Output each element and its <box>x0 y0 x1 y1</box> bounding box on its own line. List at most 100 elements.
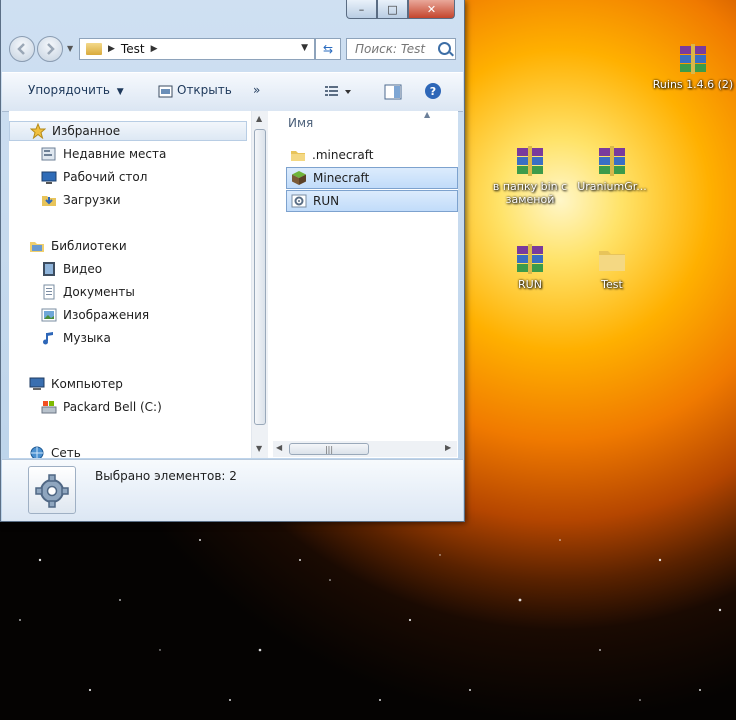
search-box[interactable] <box>346 38 456 60</box>
minimize-button[interactable]: – <box>346 0 377 19</box>
desktop-icon-label: Test <box>601 278 623 291</box>
open-icon <box>158 84 173 102</box>
scrollbar-thumb[interactable] <box>254 129 266 425</box>
nav-item-music[interactable]: Музыка <box>41 328 111 348</box>
nav-label: Компьютер <box>51 377 123 391</box>
nav-item-downloads[interactable]: Загрузки <box>41 190 121 210</box>
nav-item-video[interactable]: Видео <box>41 259 102 279</box>
hscrollbar-thumb[interactable]: ||| <box>289 443 369 455</box>
address-bar[interactable]: ▶ Test ▶ ▼ <box>79 38 315 60</box>
file-row-minecraft[interactable]: Minecraft <box>286 167 458 189</box>
winrar-archive-icon <box>517 146 543 176</box>
search-input[interactable] <box>353 41 437 57</box>
help-icon[interactable]: ? <box>424 82 442 103</box>
more-commands-button[interactable]: » <box>253 83 260 97</box>
winrar-archive-icon <box>599 146 625 176</box>
desktop-icon-uranium[interactable]: UraniumGr... <box>567 144 657 193</box>
file-list-hscrollbar[interactable]: ◀ ||| ▶ <box>273 441 457 457</box>
folder-icon <box>86 43 102 55</box>
back-button[interactable] <box>9 36 35 62</box>
nav-item-libraries[interactable]: Библиотеки <box>29 236 127 256</box>
column-header-name[interactable]: Имя <box>288 116 313 130</box>
close-icon: ✕ <box>426 2 437 16</box>
organize-button[interactable]: Упорядочить ▼ <box>28 83 124 97</box>
nav-item-pictures[interactable]: Изображения <box>41 305 149 325</box>
forward-button[interactable] <box>37 36 63 62</box>
batch-file-icon <box>291 194 307 208</box>
forward-arrow-icon <box>47 43 55 55</box>
nav-item-favorites[interactable]: Избранное <box>9 121 247 141</box>
maximize-button[interactable]: □ <box>377 0 408 19</box>
close-button[interactable]: ✕ <box>408 0 455 19</box>
nav-item-documents[interactable]: Документы <box>41 282 135 302</box>
minecraft-icon <box>292 171 306 185</box>
file-row-run[interactable]: RUN <box>286 190 458 212</box>
desktop-icon-label: в папку bin с заменой <box>492 180 568 206</box>
maximize-icon: □ <box>387 2 398 16</box>
desktop-icon-run[interactable]: RUN <box>485 242 575 291</box>
file-name: RUN <box>313 194 340 208</box>
navigation-pane: Избранное Недавние места Рабочий стол За… <box>9 111 269 458</box>
navigation-scrollbar[interactable]: ▲ ▼ <box>251 111 269 458</box>
address-row: ▼ ▶ Test ▶ ▼ ⇆ <box>9 36 456 62</box>
search-icon[interactable] <box>438 42 451 55</box>
recent-pages-chevron-icon[interactable]: ▼ <box>67 44 73 53</box>
pictures-icon <box>41 308 57 322</box>
refresh-button[interactable]: ⇆ <box>315 38 341 60</box>
view-options-icon[interactable] <box>325 85 353 102</box>
address-dropdown-icon[interactable]: ▼ <box>301 43 308 53</box>
nav-label: Музыка <box>63 331 111 345</box>
winrar-archive-icon <box>517 244 543 274</box>
nav-label: Избранное <box>52 124 121 138</box>
file-row-minecraft-folder[interactable]: .minecraft <box>286 144 458 166</box>
nav-label: Загрузки <box>63 193 121 207</box>
back-arrow-icon <box>17 43 25 55</box>
folder-icon <box>291 151 305 161</box>
nav-item-recent-places[interactable]: Недавние места <box>41 144 166 164</box>
selection-count: Выбрано элементов: 2 <box>95 469 237 483</box>
libraries-icon <box>30 242 44 252</box>
desktop-icon-bin-replace[interactable]: в папку bin с заменой <box>485 144 575 206</box>
nav-item-desktop[interactable]: Рабочий стол <box>41 167 147 187</box>
music-icon <box>43 332 53 345</box>
file-name: .minecraft <box>312 148 374 162</box>
explorer-window: – □ ✕ ▼ ▶ Test ▶ ▼ ⇆ Упорядочить ▼ <box>0 0 465 522</box>
sort-up-icon: ▲ <box>424 110 431 119</box>
file-list-pane: Имя ▲ .minecraft Minecraft RUN <box>268 110 458 458</box>
scroll-right-icon[interactable]: ▶ <box>445 443 451 452</box>
star-icon <box>30 123 46 139</box>
breadcrumb-separator[interactable]: ▶ <box>108 44 115 54</box>
scroll-down-icon[interactable]: ▼ <box>256 444 262 453</box>
breadcrumb-separator[interactable]: ▶ <box>151 44 158 54</box>
scroll-left-icon[interactable]: ◀ <box>276 443 282 452</box>
scroll-up-icon[interactable]: ▲ <box>256 114 262 123</box>
nav-label: Недавние места <box>63 147 167 161</box>
nav-label: Документы <box>63 285 135 299</box>
network-icon <box>30 446 44 458</box>
desktop-icon-test[interactable]: Test <box>567 242 657 291</box>
desktop-icon-label: Ruins 1.4.6 (2) <box>652 78 734 91</box>
nav-item-drive-c[interactable]: Packard Bell (C:) <box>41 397 162 417</box>
video-icon <box>43 262 55 276</box>
svg-text:?: ? <box>430 85 436 98</box>
nav-label: Изображения <box>63 308 150 322</box>
caption-buttons: – □ ✕ <box>346 0 455 20</box>
nav-item-computer[interactable]: Компьютер <box>29 374 123 394</box>
nav-label: Библиотеки <box>51 239 127 253</box>
nav-item-network[interactable]: Сеть <box>29 443 81 458</box>
breadcrumb-item-test[interactable]: Test <box>121 42 145 56</box>
command-bar: Упорядочить ▼ Открыть » ? <box>2 72 463 112</box>
folder-icon <box>599 251 625 271</box>
desktop-icon <box>41 171 57 184</box>
minimize-icon: – <box>358 2 365 16</box>
drive-icon <box>41 401 57 414</box>
open-button[interactable]: Открыть <box>177 83 232 97</box>
desktop-icon-label: UraniumGr... <box>577 180 647 193</box>
nav-label: Packard Bell (C:) <box>63 400 162 414</box>
nav-label: Сеть <box>51 446 81 458</box>
desktop-icon-ruins[interactable]: Ruins 1.4.6 (2) <box>648 42 736 91</box>
organize-label: Упорядочить <box>28 83 110 97</box>
desktop-icon-label: RUN <box>518 278 542 291</box>
preview-pane-icon[interactable] <box>384 84 402 103</box>
chevron-down-icon: ▼ <box>116 87 124 97</box>
